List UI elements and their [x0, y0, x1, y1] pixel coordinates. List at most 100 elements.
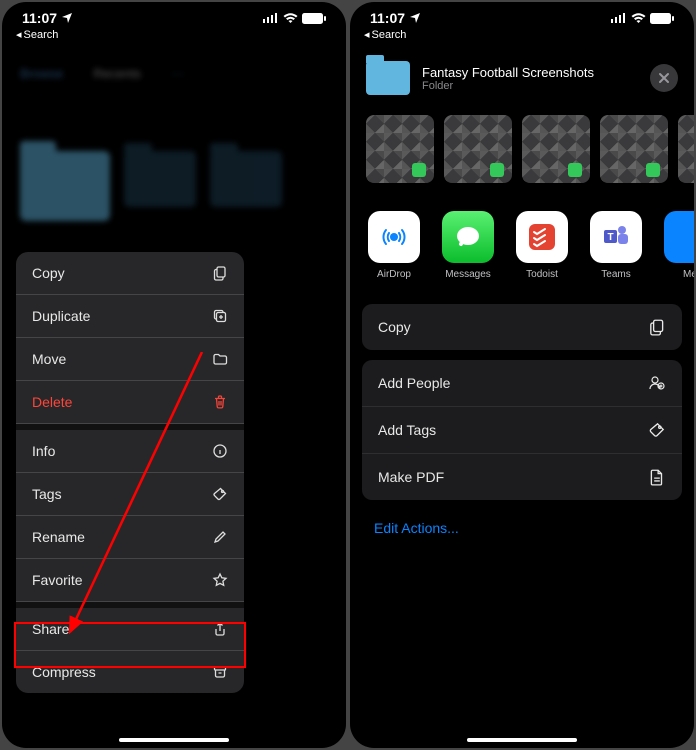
- location-icon: [409, 12, 421, 24]
- phone-right: 11:07 ◂ Search Fantasy Football Screensh…: [350, 2, 694, 748]
- share-app-more[interactable]: Me: [662, 211, 694, 280]
- menu-item-tags[interactable]: Tags: [16, 473, 244, 516]
- action-label: Make PDF: [378, 469, 444, 485]
- thumbnail-row[interactable]: [350, 107, 694, 201]
- pencil-icon: [212, 529, 228, 545]
- back-label: Search: [24, 29, 59, 41]
- home-indicator[interactable]: [119, 738, 229, 742]
- menu-label: Info: [32, 443, 55, 459]
- chevron-left-icon: ◂: [364, 28, 370, 41]
- share-app-messages[interactable]: Messages: [440, 211, 496, 280]
- action-group-main: Add People Add Tags Make PDF: [362, 360, 682, 500]
- menu-item-move[interactable]: Move: [16, 338, 244, 381]
- thumbnail[interactable]: [366, 115, 434, 183]
- menu-item-copy[interactable]: Copy: [16, 252, 244, 295]
- share-app-teams[interactable]: T Teams: [588, 211, 644, 280]
- share-subtitle: Folder: [422, 80, 638, 92]
- edit-actions-link[interactable]: Edit Actions...: [350, 500, 694, 556]
- todoist-icon: [516, 211, 568, 263]
- menu-item-compress[interactable]: Compress: [16, 651, 244, 693]
- menu-item-duplicate[interactable]: Duplicate: [16, 295, 244, 338]
- folder-icon: [212, 351, 228, 367]
- action-label: Add Tags: [378, 422, 436, 438]
- close-icon: [658, 72, 670, 84]
- wifi-icon: [283, 13, 298, 24]
- menu-label: Share: [32, 621, 69, 637]
- menu-item-share[interactable]: Share: [16, 602, 244, 651]
- location-icon: [61, 12, 73, 24]
- more-app-icon: [664, 211, 694, 263]
- menu-label: Compress: [32, 664, 96, 680]
- battery-icon: [650, 13, 674, 24]
- app-label: Teams: [588, 269, 644, 280]
- share-sheet-header: Fantasy Football Screenshots Folder: [350, 47, 694, 107]
- menu-label: Duplicate: [32, 308, 90, 324]
- archive-icon: [212, 664, 228, 680]
- menu-label: Delete: [32, 394, 72, 410]
- cellular-icon: [611, 13, 627, 23]
- thumbnail[interactable]: [600, 115, 668, 183]
- thumbnail[interactable]: [522, 115, 590, 183]
- info-icon: [212, 443, 228, 459]
- share-apps-row[interactable]: AirDrop Messages Todoist T Teams Me: [350, 201, 694, 294]
- app-label: Me: [662, 269, 694, 280]
- folder-icon: [210, 151, 282, 207]
- tag-icon: [212, 486, 228, 502]
- star-icon: [212, 572, 228, 588]
- wifi-icon: [631, 13, 646, 24]
- status-time: 11:07: [22, 10, 57, 26]
- home-indicator[interactable]: [467, 738, 577, 742]
- action-make-pdf[interactable]: Make PDF: [362, 454, 682, 500]
- phone-left: 11:07 ◂ Search BrowseRecents··· Copy Dup…: [2, 2, 346, 748]
- context-menu: Copy Duplicate Move Delete Info Tags Ren…: [16, 252, 244, 693]
- copy-icon: [212, 265, 228, 281]
- share-title: Fantasy Football Screenshots: [422, 65, 638, 80]
- cellular-icon: [263, 13, 279, 23]
- menu-label: Copy: [32, 265, 65, 281]
- folder-icon: [124, 151, 196, 207]
- menu-item-favorite[interactable]: Favorite: [16, 559, 244, 602]
- svg-text:T: T: [607, 232, 613, 243]
- back-search-link[interactable]: ◂ Search: [350, 28, 694, 47]
- back-search-link[interactable]: ◂ Search: [2, 28, 346, 47]
- trash-icon: [212, 394, 228, 410]
- chevron-left-icon: ◂: [16, 28, 22, 41]
- menu-item-delete[interactable]: Delete: [16, 381, 244, 424]
- action-label: Add People: [378, 375, 450, 391]
- menu-item-rename[interactable]: Rename: [16, 516, 244, 559]
- airdrop-icon: [368, 211, 420, 263]
- edit-actions-label: Edit Actions...: [374, 520, 459, 536]
- action-copy[interactable]: Copy: [362, 304, 682, 350]
- app-label: AirDrop: [366, 269, 422, 280]
- action-add-tags[interactable]: Add Tags: [362, 407, 682, 454]
- menu-item-info[interactable]: Info: [16, 424, 244, 473]
- status-bar: 11:07: [2, 2, 346, 28]
- status-bar: 11:07: [350, 2, 694, 28]
- add-people-icon: [648, 374, 666, 392]
- menu-label: Rename: [32, 529, 85, 545]
- messages-icon: [442, 211, 494, 263]
- action-label: Copy: [378, 319, 411, 335]
- app-label: Messages: [440, 269, 496, 280]
- copy-icon: [648, 318, 666, 336]
- thumbnail[interactable]: [678, 115, 694, 183]
- app-label: Todoist: [514, 269, 570, 280]
- share-app-todoist[interactable]: Todoist: [514, 211, 570, 280]
- menu-label: Favorite: [32, 572, 83, 588]
- tag-icon: [648, 421, 666, 439]
- menu-label: Tags: [32, 486, 62, 502]
- blurred-background: BrowseRecents···: [2, 54, 346, 233]
- status-time: 11:07: [370, 10, 405, 26]
- duplicate-icon: [212, 308, 228, 324]
- share-app-airdrop[interactable]: AirDrop: [366, 211, 422, 280]
- doc-icon: [648, 468, 666, 486]
- folder-icon: [20, 151, 110, 221]
- battery-icon: [302, 13, 326, 24]
- thumbnail[interactable]: [444, 115, 512, 183]
- close-button[interactable]: [650, 64, 678, 92]
- menu-label: Move: [32, 351, 66, 367]
- action-add-people[interactable]: Add People: [362, 360, 682, 407]
- action-group-copy: Copy: [362, 304, 682, 350]
- teams-icon: T: [590, 211, 642, 263]
- back-label: Search: [372, 29, 407, 41]
